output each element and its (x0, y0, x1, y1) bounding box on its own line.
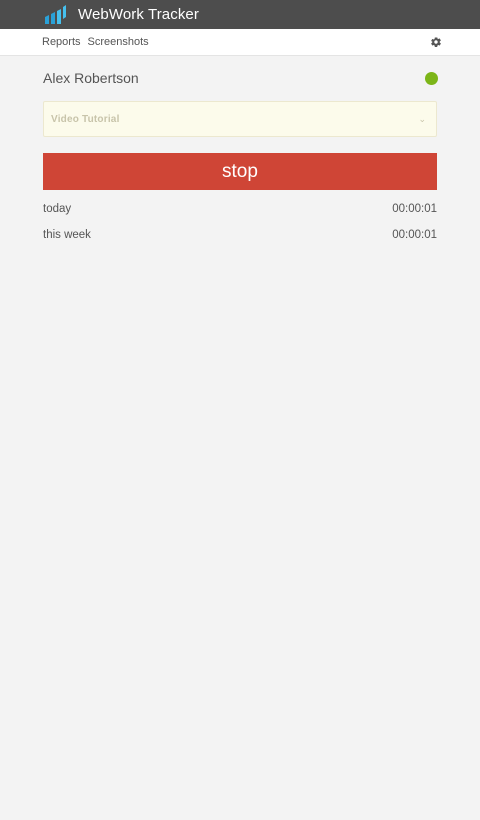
title-bar: WebWork Tracker (0, 0, 480, 29)
gear-icon[interactable] (430, 36, 442, 48)
stop-button[interactable]: stop (43, 153, 437, 190)
user-row: Alex Robertson (43, 56, 438, 98)
project-selected-value: Video Tutorial (51, 113, 120, 125)
nav-bar: Reports Screenshots (0, 29, 480, 56)
stat-label: today (43, 203, 72, 215)
stat-label: this week (43, 229, 91, 241)
app-title: WebWork Tracker (78, 6, 199, 23)
chevron-down-icon: ⌄ (418, 113, 426, 124)
stat-value: 00:00:01 (392, 229, 437, 241)
stat-row-today: today 00:00:01 (43, 196, 437, 222)
webwork-logo-icon (45, 4, 66, 24)
stat-value: 00:00:01 (392, 203, 437, 215)
nav-link-reports[interactable]: Reports (42, 36, 81, 48)
main-content: Alex Robertson Video Tutorial ⌄ stop tod… (0, 56, 480, 248)
user-name: Alex Robertson (43, 70, 139, 86)
nav-link-screenshots[interactable]: Screenshots (88, 36, 149, 48)
status-indicator (425, 71, 438, 85)
stat-row-this-week: this week 00:00:01 (43, 222, 437, 248)
project-select[interactable]: Video Tutorial ⌄ (43, 101, 437, 137)
